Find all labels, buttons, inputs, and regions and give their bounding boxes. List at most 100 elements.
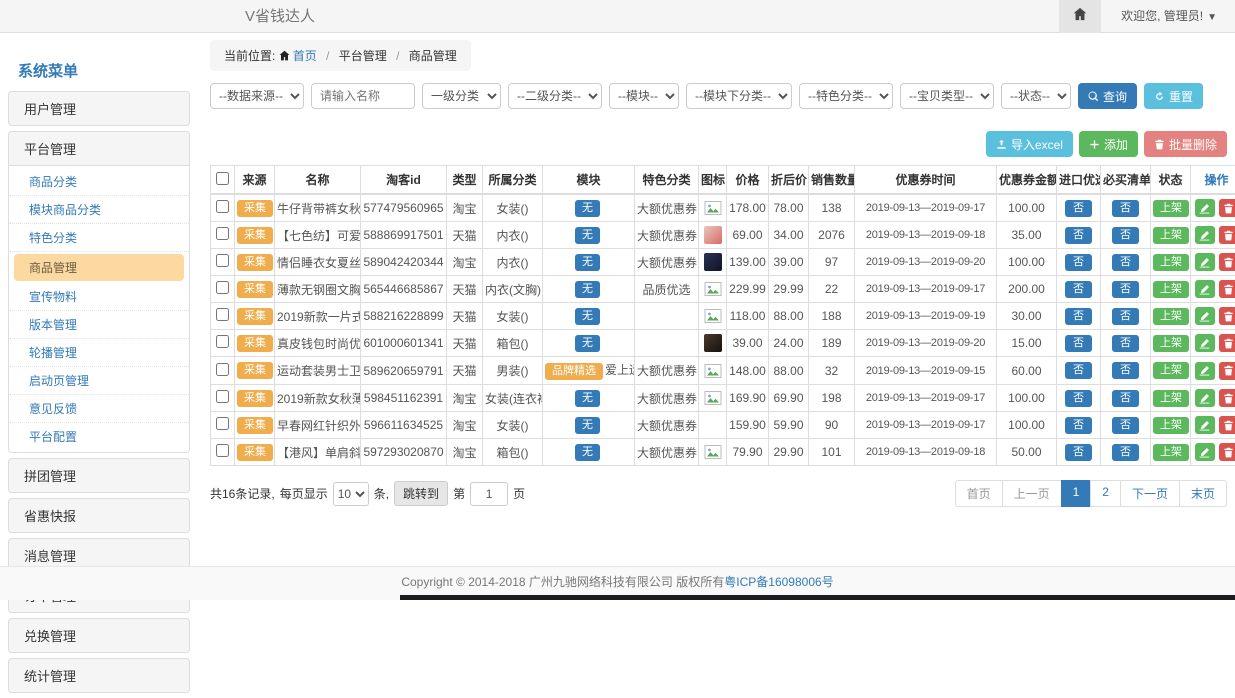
import-select-toggle[interactable]: 否 (1065, 254, 1092, 271)
sidebar-submenu-item[interactable]: 商品管理 (14, 254, 184, 281)
row-checkbox[interactable] (216, 227, 229, 240)
status-toggle[interactable]: 上架 (1153, 308, 1189, 325)
row-checkbox[interactable] (216, 281, 229, 294)
status-toggle[interactable]: 上架 (1153, 390, 1189, 407)
must-buy-toggle[interactable]: 否 (1112, 417, 1139, 434)
sidebar-submenu-item[interactable]: 商品分类 (9, 168, 189, 196)
must-buy-toggle[interactable]: 否 (1112, 444, 1139, 461)
pager-next[interactable]: 下一页 (1120, 480, 1180, 507)
status-toggle[interactable]: 上架 (1153, 254, 1189, 271)
batch-delete-button[interactable]: 批量删除 (1144, 131, 1227, 157)
name-input[interactable] (311, 83, 415, 109)
delete-button[interactable] (1219, 416, 1235, 434)
edit-button[interactable] (1195, 389, 1215, 407)
delete-button[interactable] (1219, 443, 1235, 461)
module-sub-select[interactable]: --模块下分类-- (686, 83, 792, 109)
import-select-toggle[interactable]: 否 (1065, 281, 1092, 298)
edit-button[interactable] (1195, 416, 1215, 434)
pager-page-2[interactable]: 2 (1090, 480, 1121, 507)
import-select-toggle[interactable]: 否 (1065, 308, 1092, 325)
status-toggle[interactable]: 上架 (1153, 281, 1189, 298)
import-select-toggle[interactable]: 否 (1065, 444, 1092, 461)
pager-last[interactable]: 末页 (1179, 480, 1227, 507)
import-select-toggle[interactable]: 否 (1065, 227, 1092, 244)
delete-button[interactable] (1219, 334, 1235, 352)
edit-button[interactable] (1195, 253, 1215, 271)
home-button[interactable] (1059, 0, 1101, 33)
source-select[interactable]: --数据来源-- (210, 83, 304, 109)
row-checkbox[interactable] (216, 363, 229, 376)
status-select[interactable]: --状态-- (1001, 83, 1071, 109)
sidebar-group[interactable]: 拼团管理 (8, 458, 190, 493)
page-number-input[interactable] (470, 482, 508, 506)
module-select[interactable]: --模块-- (609, 83, 679, 109)
import-excel-button[interactable]: 导入excel (986, 131, 1073, 157)
edit-button[interactable] (1195, 362, 1215, 380)
icp-link[interactable]: 粤ICP备16098006号 (724, 575, 833, 589)
jump-button[interactable]: 跳转到 (394, 481, 448, 506)
must-buy-toggle[interactable]: 否 (1112, 281, 1139, 298)
delete-button[interactable] (1219, 253, 1235, 271)
delete-button[interactable] (1219, 362, 1235, 380)
category2-select[interactable]: --二级分类-- (508, 83, 602, 109)
delete-button[interactable] (1219, 389, 1235, 407)
edit-button[interactable] (1195, 307, 1215, 325)
status-toggle[interactable]: 上架 (1153, 417, 1189, 434)
import-select-toggle[interactable]: 否 (1065, 362, 1092, 379)
edit-button[interactable] (1195, 199, 1215, 217)
item-type-select[interactable]: --宝贝类型-- (900, 83, 994, 109)
import-select-toggle[interactable]: 否 (1065, 200, 1092, 217)
status-toggle[interactable]: 上架 (1153, 335, 1189, 352)
must-buy-toggle[interactable]: 否 (1112, 362, 1139, 379)
import-select-toggle[interactable]: 否 (1065, 390, 1092, 407)
category1-select[interactable]: 一级分类 (422, 83, 501, 109)
sidebar-submenu-item[interactable]: 意见反馈 (9, 395, 189, 423)
edit-button[interactable] (1195, 334, 1215, 352)
row-checkbox[interactable] (216, 254, 229, 267)
must-buy-toggle[interactable]: 否 (1112, 308, 1139, 325)
delete-button[interactable] (1219, 199, 1235, 217)
row-checkbox[interactable] (216, 390, 229, 403)
user-menu[interactable]: 欢迎您, 管理员!▼ (1101, 0, 1235, 33)
status-toggle[interactable]: 上架 (1153, 444, 1189, 461)
delete-button[interactable] (1219, 226, 1235, 244)
reset-button[interactable]: 重置 (1144, 83, 1203, 109)
edit-button[interactable] (1195, 443, 1215, 461)
sidebar-submenu-item[interactable]: 特色分类 (9, 224, 189, 252)
sidebar-group[interactable]: 兑换管理 (8, 618, 190, 653)
sidebar-group[interactable]: 省惠快报 (8, 498, 190, 533)
breadcrumb-home-link[interactable]: 首页 (279, 49, 317, 63)
sidebar-group-user[interactable]: 用户管理 (8, 91, 190, 126)
import-select-toggle[interactable]: 否 (1065, 417, 1092, 434)
delete-button[interactable] (1219, 307, 1235, 325)
status-toggle[interactable]: 上架 (1153, 200, 1189, 217)
sidebar-group[interactable]: 统计管理 (8, 658, 190, 693)
must-buy-toggle[interactable]: 否 (1112, 227, 1139, 244)
feature-select[interactable]: --特色分类-- (799, 83, 893, 109)
edit-button[interactable] (1195, 226, 1215, 244)
must-buy-toggle[interactable]: 否 (1112, 200, 1139, 217)
edit-button[interactable] (1195, 280, 1215, 298)
sidebar-submenu-item[interactable]: 轮播管理 (9, 339, 189, 367)
row-checkbox[interactable] (216, 308, 229, 321)
pager-page-1[interactable]: 1 (1061, 480, 1092, 507)
delete-button[interactable] (1219, 280, 1235, 298)
sidebar-submenu-item[interactable]: 模块商品分类 (9, 196, 189, 224)
perpage-select[interactable]: 10 (333, 482, 369, 506)
sidebar-submenu-item[interactable]: 宣传物料 (9, 283, 189, 311)
search-button[interactable]: 查询 (1078, 83, 1137, 109)
must-buy-toggle[interactable]: 否 (1112, 390, 1139, 407)
sidebar-submenu-item[interactable]: 启动页管理 (9, 367, 189, 395)
must-buy-toggle[interactable]: 否 (1112, 254, 1139, 271)
row-checkbox[interactable] (216, 200, 229, 213)
row-checkbox[interactable] (216, 417, 229, 430)
add-button[interactable]: 添加 (1079, 131, 1138, 157)
row-checkbox[interactable] (216, 335, 229, 348)
sidebar-group-platform[interactable]: 平台管理 (8, 131, 190, 166)
import-select-toggle[interactable]: 否 (1065, 335, 1092, 352)
status-toggle[interactable]: 上架 (1153, 227, 1189, 244)
status-toggle[interactable]: 上架 (1153, 362, 1189, 379)
select-all-checkbox[interactable] (216, 172, 229, 185)
must-buy-toggle[interactable]: 否 (1112, 335, 1139, 352)
sidebar-submenu-item[interactable]: 版本管理 (9, 311, 189, 339)
